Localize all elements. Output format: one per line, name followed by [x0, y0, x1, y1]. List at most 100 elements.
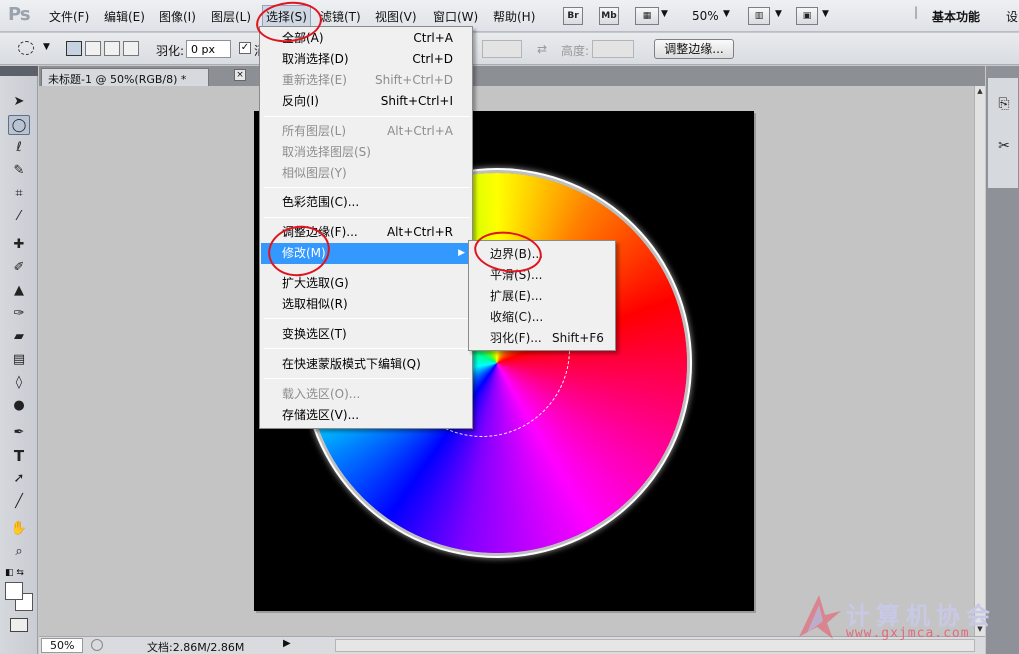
submenu-item-contract[interactable]: 收缩(C)... [470, 307, 614, 328]
menu-item-quick-mask[interactable]: 在快速蒙版模式下编辑(Q) [261, 354, 471, 375]
menu-item-label: 反向(I) [282, 94, 319, 108]
eyedropper-tool-icon[interactable]: ⁄ [8, 207, 30, 227]
submenu-item-label: 扩展(E)... [490, 289, 543, 303]
divider: | [914, 5, 919, 19]
status-info-icon[interactable] [91, 639, 103, 651]
submenu-item-feather[interactable]: 羽化(F)... Shift+F6 [470, 328, 614, 349]
document-size: 文档:2.86M/2.86M [147, 641, 245, 654]
dodge-tool-icon[interactable]: ● [8, 396, 30, 416]
panel-dock: ⎘ ✂ [986, 66, 1019, 654]
vertical-scrollbar[interactable]: ▲ ▼ [974, 86, 985, 636]
workspace-essentials[interactable]: 基本功能 [932, 8, 980, 25]
status-menu-arrow-icon[interactable]: ▶ [283, 638, 291, 649]
line-tool-icon[interactable]: ╱ [8, 492, 30, 512]
tools-panel-icon[interactable]: ✂ [994, 136, 1014, 156]
chevron-down-icon[interactable]: ▼ [822, 9, 829, 19]
minibridge-button[interactable]: Mb [599, 7, 619, 25]
submenu-item-expand[interactable]: 扩展(E)... [470, 286, 614, 307]
workspace-more[interactable]: 设 [1006, 8, 1018, 25]
document-tab-bar: 未标题-1 @ 50%(RGB/8) * × [39, 66, 985, 86]
gradient-tool-icon[interactable]: ▤ [8, 350, 30, 370]
submenu-item-shortcut: Shift+F6 [552, 331, 604, 345]
menu-item-color-range[interactable]: 色彩范围(C)... [261, 192, 471, 213]
path-selection-tool-icon[interactable]: ➚ [8, 469, 30, 489]
elliptical-marquee-icon[interactable] [18, 41, 34, 55]
lasso-tool-icon[interactable]: ℓ [8, 138, 30, 158]
history-panel-icon[interactable]: ⎘ [994, 94, 1014, 114]
quick-mask-icon[interactable] [10, 618, 28, 632]
height-label: 高度: [561, 44, 590, 58]
bridge-button[interactable]: Br [563, 7, 583, 25]
tool-preset-dropdown-icon[interactable]: ▼ [43, 42, 50, 52]
menu-item-all-layers[interactable]: 所有图层(L) Alt+Ctrl+A [261, 121, 471, 142]
eraser-tool-icon[interactable]: ▰ [8, 327, 30, 347]
menu-item-label: 选取相似(R) [282, 297, 348, 311]
antialias-checkbox[interactable]: ✓ [239, 42, 251, 54]
menu-item-label: 变换选区(T) [282, 327, 347, 341]
scroll-up-icon[interactable]: ▲ [975, 86, 985, 96]
watermark-url: www.gxjmca.com [846, 626, 970, 641]
menu-item-label: 存储选区(V)... [282, 408, 360, 422]
brush-tool-icon[interactable]: ✐ [8, 258, 30, 278]
menu-item-deselect[interactable]: 取消选择(D) Ctrl+D [261, 49, 471, 70]
menu-file[interactable]: 文件(F) [49, 8, 89, 25]
extras-icon[interactable]: ▦ [635, 7, 659, 25]
menu-item-label: 取消选择图层(S) [282, 145, 371, 159]
width-input[interactable] [482, 40, 522, 58]
clone-stamp-tool-icon[interactable]: ▲ [8, 281, 30, 301]
menu-separator [264, 217, 470, 218]
hand-tool-icon[interactable]: ✋ [8, 519, 30, 539]
menu-edit[interactable]: 编辑(E) [104, 8, 145, 25]
menu-filter[interactable]: 滤镜(T) [320, 8, 361, 25]
menu-item-load-selection[interactable]: 载入选区(O)... [261, 384, 471, 405]
menu-item-save-selection[interactable]: 存储选区(V)... [261, 405, 471, 426]
tools-panel-header[interactable] [0, 66, 38, 76]
zoom-dropdown-icon[interactable]: ▼ [723, 9, 730, 19]
pen-tool-icon[interactable]: ✒ [8, 423, 30, 443]
menu-item-inverse[interactable]: 反向(I) Shift+Ctrl+I [261, 91, 471, 112]
status-zoom[interactable]: 50% [41, 638, 83, 653]
move-tool-icon[interactable]: ➤ [8, 92, 30, 112]
menu-separator [264, 187, 470, 188]
feather-input[interactable] [186, 40, 231, 58]
menu-separator [264, 116, 470, 117]
menu-window[interactable]: 窗口(W) [433, 8, 478, 25]
arrange-documents-icon[interactable]: ▥ [748, 7, 770, 25]
new-selection-icon[interactable] [66, 41, 82, 56]
menu-view[interactable]: 视图(V) [375, 8, 417, 25]
quick-selection-tool-icon[interactable]: ✎ [8, 161, 30, 181]
add-selection-icon[interactable] [85, 41, 101, 56]
menu-separator [264, 348, 470, 349]
elliptical-marquee-tool-icon[interactable]: ◯ [8, 115, 30, 135]
crop-tool-icon[interactable]: ⌗ [8, 184, 30, 204]
healing-brush-tool-icon[interactable]: ✚ [8, 235, 30, 255]
chevron-down-icon[interactable]: ▼ [661, 9, 668, 19]
zoom-tool-icon[interactable]: ⌕ [8, 542, 30, 562]
history-brush-tool-icon[interactable]: ✑ [8, 304, 30, 324]
refine-edge-button[interactable]: 调整边缘... [654, 39, 734, 59]
subtract-selection-icon[interactable] [104, 41, 120, 56]
blur-tool-icon[interactable]: ◊ [8, 373, 30, 393]
default-colors-icon[interactable]: ◧ ⇆ [5, 568, 24, 578]
close-icon[interactable]: × [234, 69, 246, 81]
swap-icon[interactable]: ⇄ [537, 42, 547, 56]
intersect-selection-icon[interactable] [123, 41, 139, 56]
menu-layer[interactable]: 图层(L) [211, 8, 251, 25]
screen-mode-icon[interactable]: ▣ [796, 7, 818, 25]
menu-item-similar-layers[interactable]: 相似图层(Y) [261, 163, 471, 184]
type-tool-icon[interactable]: T [8, 446, 30, 466]
menu-item-transform-selection[interactable]: 变换选区(T) [261, 324, 471, 345]
menu-help[interactable]: 帮助(H) [493, 8, 535, 25]
menu-image[interactable]: 图像(I) [159, 8, 196, 25]
menu-item-shortcut: Ctrl+D [412, 52, 453, 66]
feather-label: 羽化: [156, 44, 185, 58]
menu-item-similar[interactable]: 选取相似(R) [261, 294, 471, 315]
menu-item-shortcut: Shift+Ctrl+D [375, 73, 453, 87]
document-tab[interactable]: 未标题-1 @ 50%(RGB/8) * [41, 68, 209, 86]
foreground-color-swatch[interactable] [5, 582, 23, 600]
menu-item-reselect[interactable]: 重新选择(E) Shift+Ctrl+D [261, 70, 471, 91]
zoom-level[interactable]: 50% [692, 9, 719, 23]
menu-item-deselect-layers[interactable]: 取消选择图层(S) [261, 142, 471, 163]
height-input[interactable] [592, 40, 634, 58]
chevron-down-icon[interactable]: ▼ [775, 9, 782, 19]
